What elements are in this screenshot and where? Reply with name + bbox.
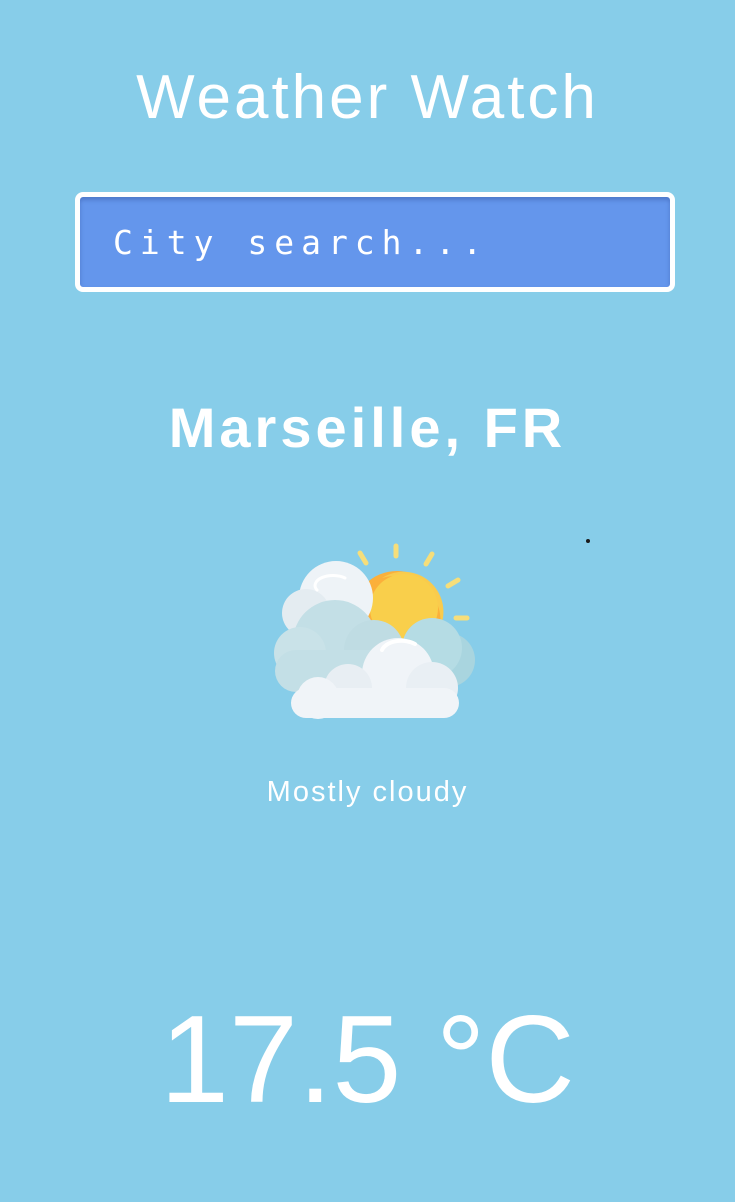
temperature-value: 17.5 °C	[160, 991, 575, 1129]
search-box[interactable]	[75, 192, 675, 292]
weather-condition: Mostly cloudy	[266, 776, 469, 808]
partly-cloudy-icon	[274, 543, 475, 719]
stray-dot	[586, 539, 590, 543]
location-name: Marseille, FR	[168, 396, 567, 459]
city-search-input[interactable]	[80, 197, 670, 287]
app-title: Weather Watch	[136, 63, 599, 132]
weather-app: Weather Watch Marseille, FR	[0, 0, 735, 1202]
